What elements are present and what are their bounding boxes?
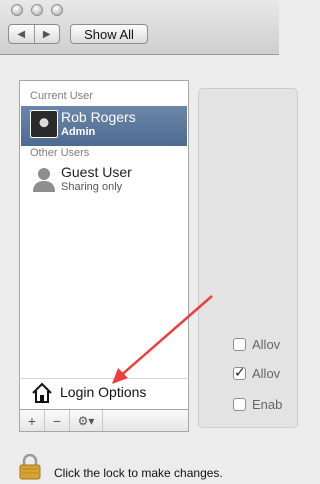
other-users-header: Other Users — [30, 147, 90, 159]
user-list: Current User Rob Rogers Admin Other User… — [19, 80, 189, 410]
close-window-button[interactable] — [11, 4, 23, 16]
user-name: Guest User — [61, 164, 132, 180]
user-role: Sharing only — [61, 181, 123, 193]
padlock-icon[interactable] — [18, 454, 42, 480]
back-button[interactable]: ◀ — [9, 25, 34, 43]
login-options-row[interactable]: Login Options — [21, 378, 187, 407]
checkbox-row[interactable]: Enab — [233, 395, 282, 413]
remove-user-button[interactable]: − — [45, 410, 70, 431]
allow-checkbox-1[interactable] — [233, 337, 246, 351]
guest-silhouette-icon — [33, 168, 55, 192]
toolbar: ◀ ▶ Show All — [0, 0, 279, 55]
lock-message: Click the lock to make changes. — [54, 466, 223, 480]
checkbox-label: Allov — [252, 336, 281, 352]
current-user-header: Current User — [30, 90, 93, 102]
minimize-window-button[interactable] — [31, 4, 43, 16]
checkbox-label: Allov — [252, 365, 281, 381]
show-all-button[interactable]: Show All — [70, 24, 148, 44]
zoom-window-button[interactable] — [51, 4, 63, 16]
lock-area: Click the lock to make changes. — [18, 454, 223, 480]
login-options-label: Login Options — [60, 384, 147, 400]
checkbox-row[interactable]: Allov — [233, 335, 280, 353]
user-row-rob-rogers[interactable]: Rob Rogers Admin — [21, 106, 187, 146]
house-icon — [32, 382, 52, 403]
user-list-toolbar: + − ⚙▾ — [19, 410, 189, 432]
checkbox-row[interactable]: Allov — [233, 364, 280, 382]
back-forward-control: ◀ ▶ — [8, 24, 60, 44]
user-photo-icon — [30, 110, 58, 138]
checkbox-label: Enab — [252, 396, 283, 412]
action-menu-button[interactable]: ⚙▾ — [70, 410, 103, 431]
enable-checkbox[interactable] — [233, 397, 246, 411]
user-name: Rob Rogers — [61, 109, 136, 125]
allow-checkbox-2[interactable] — [233, 364, 246, 381]
add-user-button[interactable]: + — [20, 410, 45, 431]
forward-button[interactable]: ▶ — [33, 25, 60, 43]
user-row-guest[interactable]: Guest User Sharing only — [21, 161, 187, 201]
user-role: Admin — [61, 126, 96, 138]
